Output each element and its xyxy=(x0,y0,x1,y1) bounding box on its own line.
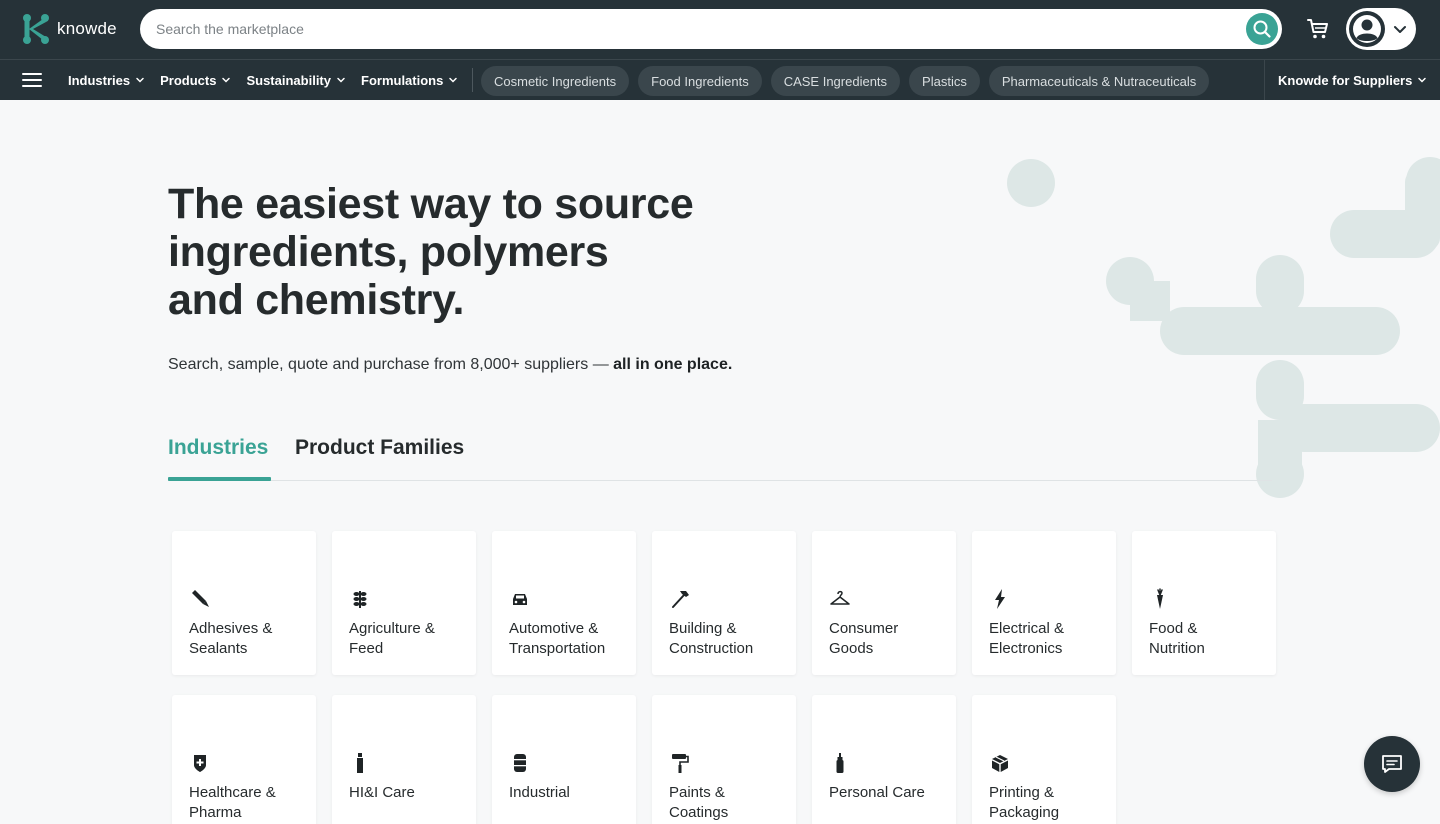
account-menu-button[interactable] xyxy=(1346,8,1416,50)
nav-menus: Industries Products Sustainability Formu… xyxy=(68,60,473,100)
tab-industries[interactable]: Industries xyxy=(168,436,271,481)
pill-food-ingredients[interactable]: Food Ingredients xyxy=(638,66,762,96)
industry-card-paints-coatings[interactable]: Paints & Coatings xyxy=(652,695,796,824)
industry-card-agriculture-feed[interactable]: Agriculture & Feed xyxy=(332,531,476,675)
chevron-down-icon xyxy=(136,77,144,83)
medical-shield-icon xyxy=(194,755,206,772)
industry-label: HI&I Care xyxy=(349,784,415,801)
nav-bar: Industries Products Sustainability Formu… xyxy=(0,59,1440,100)
barrel-icon xyxy=(514,754,526,772)
tab-label: Product Families xyxy=(295,436,465,459)
industry-label: Paints & Coatings xyxy=(669,784,729,821)
industry-card-building-construction[interactable]: Building & Construction xyxy=(652,531,796,675)
industry-card-consumer-goods[interactable]: Consumer Goods xyxy=(812,531,956,675)
search-icon xyxy=(1253,20,1271,38)
category-pills: Cosmetic Ingredients Food Ingredients CA… xyxy=(481,66,1218,96)
industry-card-automotive-transportation[interactable]: Automotive & Transportation xyxy=(492,531,636,675)
package-icon xyxy=(992,755,1008,772)
industry-card-printing-packaging[interactable]: Printing & Packaging xyxy=(972,695,1116,824)
avatar xyxy=(1349,11,1385,47)
knowde-logo-icon xyxy=(23,14,49,44)
chevron-down-icon xyxy=(449,77,458,83)
active-tab-indicator xyxy=(168,477,271,481)
industry-card-healthcare-pharma[interactable]: Healthcare & Pharma xyxy=(172,695,316,824)
search-button[interactable] xyxy=(1246,13,1278,45)
chevron-down-icon xyxy=(337,77,345,83)
industry-card-adhesives-sealants[interactable]: Adhesives & Sealants xyxy=(172,531,316,675)
industry-label: Industrial xyxy=(509,784,570,801)
lotion-bottle-icon xyxy=(836,753,844,773)
user-icon xyxy=(1353,15,1381,43)
hero-subtitle-text: Search, sample, quote and purchase from … xyxy=(168,356,614,373)
pill-case-ingredients[interactable]: CASE Ingredients xyxy=(770,66,901,96)
hammer-icon xyxy=(672,591,689,608)
industry-card-electrical-electronics[interactable]: Electrical & Electronics xyxy=(972,531,1116,675)
nav-menu-label: Formulations xyxy=(361,72,444,88)
nav-menu-industries[interactable]: Industries xyxy=(68,73,145,88)
category-tabs: Industries Product Families xyxy=(168,436,1272,481)
industry-label: Adhesives & Sealants xyxy=(189,620,273,657)
chevron-down-icon xyxy=(222,77,231,83)
nav-divider xyxy=(1264,60,1265,100)
industry-label: Building & Construction xyxy=(669,620,754,657)
pill-pharmaceuticals-nutraceuticals[interactable]: Pharmaceuticals & Nutraceuticals xyxy=(988,66,1210,96)
carrot-icon xyxy=(1157,588,1163,609)
tab-label: Industries xyxy=(168,436,269,459)
chat-icon xyxy=(1382,755,1402,773)
industry-label: Food & Nutrition xyxy=(1149,620,1205,657)
shopping-cart-icon xyxy=(1307,19,1328,39)
industry-label: Agriculture & Feed xyxy=(349,620,435,657)
logo-text: knowde xyxy=(57,19,117,38)
search-bar xyxy=(140,9,1282,49)
nav-menu-formulations[interactable]: Formulations xyxy=(361,73,458,88)
tab-product-families[interactable]: Product Families xyxy=(295,436,464,480)
nav-menu-label: Sustainability xyxy=(246,72,331,88)
chevron-down-icon xyxy=(1418,77,1427,83)
chevron-down-icon xyxy=(1394,26,1406,33)
industry-label: Healthcare & Pharma xyxy=(189,784,276,821)
nav-divider xyxy=(472,68,473,92)
industry-card-hii-care[interactable]: HI&I Care xyxy=(332,695,476,824)
knowde-logo[interactable]: knowde xyxy=(22,13,117,45)
pill-cosmetic-ingredients[interactable]: Cosmetic Ingredients xyxy=(481,66,630,96)
industry-card-industrial[interactable]: Industrial xyxy=(492,695,636,824)
industry-label: Personal Care xyxy=(829,784,925,801)
industry-label: Consumer Goods xyxy=(829,620,899,657)
industry-label: Automotive & Transportation xyxy=(509,620,606,657)
industry-label: Printing & Packaging xyxy=(989,784,1060,821)
hero-title: The easiest way to source ingredients, p… xyxy=(168,180,788,324)
industry-card-personal-care[interactable]: Personal Care xyxy=(812,695,956,824)
hanger-icon xyxy=(830,590,850,605)
nav-menu-sustainability[interactable]: Sustainability xyxy=(246,73,346,88)
lightning-icon xyxy=(995,589,1005,609)
pill-plastics[interactable]: Plastics xyxy=(909,66,980,96)
paint-roller-icon xyxy=(672,754,689,773)
spray-bottle-icon xyxy=(357,753,363,773)
chat-button[interactable] xyxy=(1364,736,1420,792)
cart-button[interactable] xyxy=(1305,16,1331,42)
nav-menu-products[interactable]: Products xyxy=(160,73,231,88)
wheat-icon xyxy=(353,591,367,608)
hero-title-line: The easiest way to source xyxy=(168,180,694,228)
hero-title-line: ingredients, polymers xyxy=(168,228,609,276)
hero-subtitle-emphasis: all in one place. xyxy=(613,356,733,373)
industry-card-food-nutrition[interactable]: Food & Nutrition xyxy=(1132,531,1276,675)
industry-label: Electrical & Electronics xyxy=(989,620,1065,657)
hero-subtitle: Search, sample, quote and purchase from … xyxy=(168,356,732,374)
nav-menu-label: Products xyxy=(160,72,217,88)
knowde-for-suppliers-menu[interactable]: Knowde for Suppliers xyxy=(1278,60,1427,100)
search-input[interactable] xyxy=(156,14,1216,44)
nav-menu-label: Industries xyxy=(68,72,131,88)
suppliers-label: Knowde for Suppliers xyxy=(1278,72,1413,88)
hero-title-line: and chemistry. xyxy=(168,276,465,324)
hamburger-menu-button[interactable] xyxy=(22,73,42,89)
car-icon xyxy=(513,594,527,605)
glue-stick-icon xyxy=(192,590,209,607)
top-bar: knowde xyxy=(0,0,1440,59)
